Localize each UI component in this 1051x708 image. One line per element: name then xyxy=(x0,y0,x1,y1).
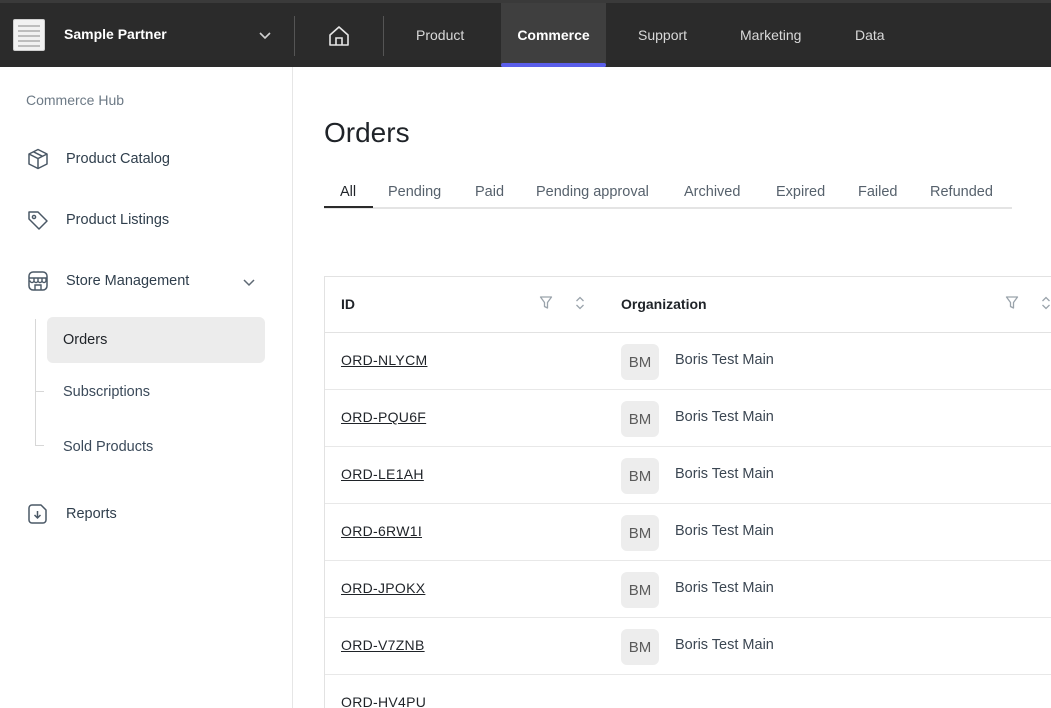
partner-logo[interactable] xyxy=(13,19,45,51)
column-header-organization[interactable]: Organization xyxy=(621,296,707,312)
nav-data[interactable]: Data xyxy=(837,3,903,67)
table-row[interactable]: ORD-NLYCM BM Boris Test Main xyxy=(325,333,1051,390)
organization-name: Boris Test Main xyxy=(675,523,774,539)
filter-icon[interactable] xyxy=(539,295,553,311)
active-tab-indicator xyxy=(324,206,373,208)
table-row[interactable]: ORD-PQU6F BM Boris Test Main xyxy=(325,390,1051,447)
report-icon xyxy=(28,504,47,524)
sidebar-item-store-management[interactable]: Store Management xyxy=(26,269,189,293)
tab-refunded[interactable]: Refunded xyxy=(930,184,993,200)
sidebar: Commerce Hub Product Catalog Product Lis… xyxy=(0,67,293,708)
tab-failed[interactable]: Failed xyxy=(858,184,898,200)
nav-product[interactable]: Product xyxy=(398,3,482,67)
nav-commerce[interactable]: Commerce xyxy=(501,3,606,67)
tree-tick xyxy=(35,391,44,392)
organization-name: Boris Test Main xyxy=(675,352,774,368)
filter-icon[interactable] xyxy=(1005,295,1019,311)
order-id-link[interactable]: ORD-6RW1I xyxy=(341,523,422,539)
column-header-id[interactable]: ID xyxy=(341,296,355,312)
store-icon xyxy=(28,271,48,291)
order-status-tabs: All Pending Paid Pending approval Archiv… xyxy=(324,176,1012,209)
nav-marketing[interactable]: Marketing xyxy=(722,3,819,67)
order-id-link[interactable]: ORD-JPOKX xyxy=(341,580,425,596)
orders-table: ID Organization ORD-NLYCM BM Boris Test … xyxy=(324,276,1051,708)
sort-icon[interactable] xyxy=(573,295,587,311)
organization-name: Boris Test Main xyxy=(675,637,774,653)
tab-pending[interactable]: Pending xyxy=(388,184,441,200)
order-id-link[interactable]: ORD-NLYCM xyxy=(341,352,427,368)
nav-divider xyxy=(294,16,295,56)
page-title: Orders xyxy=(324,117,410,148)
nav-divider xyxy=(383,16,384,56)
avatar: BM xyxy=(621,458,659,494)
table-row[interactable]: ORD-6RW1I BM Boris Test Main xyxy=(325,504,1051,561)
avatar: BM xyxy=(621,344,659,380)
chevron-down-icon[interactable] xyxy=(241,274,257,290)
tab-all[interactable]: All xyxy=(340,184,356,200)
table-row[interactable]: ORD-V7ZNB BM Boris Test Main xyxy=(325,618,1051,675)
sidebar-item-product-catalog[interactable]: Product Catalog xyxy=(26,147,170,171)
nav-support[interactable]: Support xyxy=(620,3,705,67)
sort-icon[interactable] xyxy=(1039,295,1051,311)
tab-expired[interactable]: Expired xyxy=(776,184,825,200)
tab-pending-approval[interactable]: Pending approval xyxy=(536,184,649,200)
table-row[interactable]: ORD-JPOKX BM Boris Test Main xyxy=(325,561,1051,618)
sidebar-item-product-listings[interactable]: Product Listings xyxy=(26,208,169,232)
sidebar-subitem-subscriptions[interactable]: Subscriptions xyxy=(47,369,265,415)
organization-name: Boris Test Main xyxy=(675,580,774,596)
order-id-link[interactable]: ORD-LE1AH xyxy=(341,466,424,482)
organization-name: Boris Test Main xyxy=(675,409,774,425)
avatar: BM xyxy=(621,572,659,608)
order-id-link[interactable]: ORD-V7ZNB xyxy=(341,637,425,653)
avatar: BM xyxy=(621,401,659,437)
sidebar-subitem-sold-products[interactable]: Sold Products xyxy=(47,424,265,470)
tag-icon xyxy=(28,211,48,230)
table-row[interactable]: ORD-LE1AH BM Boris Test Main xyxy=(325,447,1051,504)
tree-tick xyxy=(35,445,44,446)
top-navigation-bar: Sample Partner Product Commerce Support … xyxy=(0,0,1051,67)
tab-paid[interactable]: Paid xyxy=(475,184,504,200)
order-id-link[interactable]: ORD-HV4PU xyxy=(341,694,426,708)
commerce-hub-label: Commerce Hub xyxy=(26,92,125,108)
tab-archived[interactable]: Archived xyxy=(684,184,740,200)
order-id-link[interactable]: ORD-PQU6F xyxy=(341,409,426,425)
avatar: BM xyxy=(621,515,659,551)
tree-line xyxy=(35,319,36,445)
table-row[interactable]: ORD-HV4PU xyxy=(325,675,1051,708)
sidebar-item-reports[interactable]: Reports xyxy=(26,502,117,526)
sidebar-subitem-orders[interactable]: Orders xyxy=(47,317,265,363)
organization-name: Boris Test Main xyxy=(675,466,774,482)
avatar: BM xyxy=(621,629,659,665)
box-icon xyxy=(28,148,48,170)
chevron-down-icon[interactable] xyxy=(257,27,273,43)
table-header: ID Organization xyxy=(325,277,1051,333)
partner-name[interactable]: Sample Partner xyxy=(64,26,167,42)
home-icon[interactable] xyxy=(324,21,354,51)
